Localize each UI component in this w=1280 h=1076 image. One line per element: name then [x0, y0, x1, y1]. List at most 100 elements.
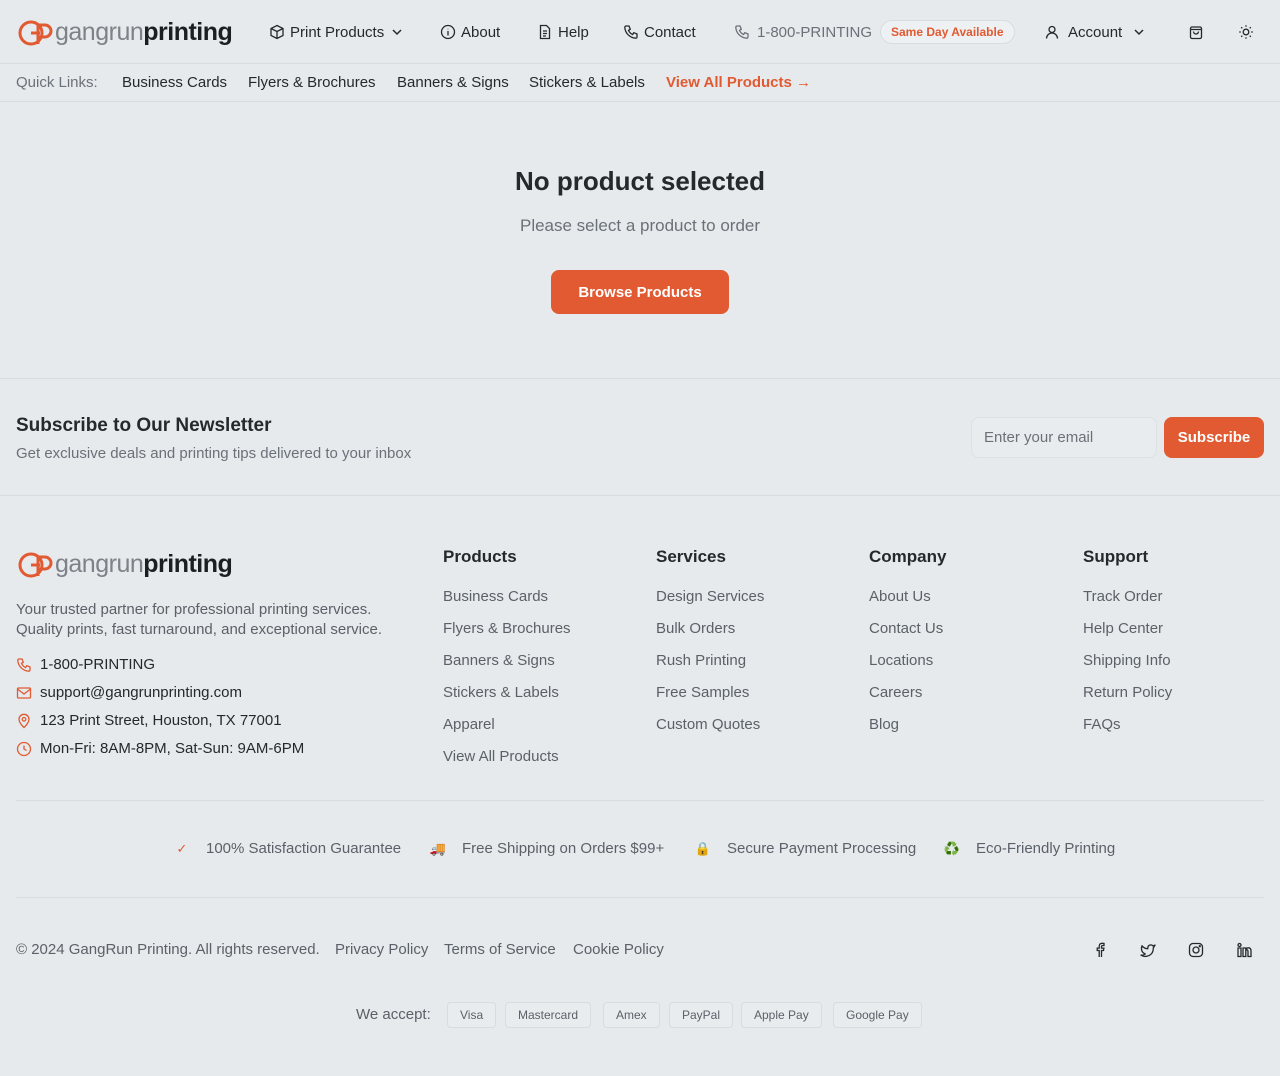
payment-badge: Visa: [447, 1002, 497, 1028]
logo-mark-icon: [18, 20, 53, 45]
footer-col-title-products: Products: [443, 547, 517, 566]
twitter-icon: [1140, 944, 1156, 958]
same-day-badge: Same Day Available: [880, 20, 1015, 44]
footer-link[interactable]: Rush Printing: [656, 652, 746, 669]
footer-link[interactable]: Blog: [869, 716, 899, 733]
footer-logo[interactable]: gangrunprinting: [18, 550, 233, 579]
contact-phone[interactable]: 1-800-PRINTING: [16, 656, 155, 673]
contact-address: 123 Print Street, Houston, TX 77001: [16, 712, 282, 729]
nav-about-label: About: [461, 23, 501, 41]
copyright: © 2024 GangRun Printing. All rights rese…: [16, 941, 320, 958]
cart-button[interactable]: [1186, 22, 1206, 42]
contact-email-text: support@gangrunprinting.com: [40, 684, 243, 701]
lock-icon: 🔒: [694, 840, 712, 856]
quick-links-bar: Quick Links: Business Cards Flyers & Bro…: [0, 64, 1280, 102]
footer-link[interactable]: Design Services: [656, 588, 764, 605]
we-accept-label: We accept:: [356, 1006, 431, 1023]
newsletter-subtitle: Get exclusive deals and printing tips de…: [16, 445, 412, 462]
footer-link[interactable]: Flyers & Brochures: [443, 620, 571, 637]
footer-link[interactable]: Bulk Orders: [656, 620, 735, 637]
footer-divider: [16, 897, 1264, 898]
footer-link[interactable]: Stickers & Labels: [443, 684, 559, 701]
footer-link[interactable]: Custom Quotes: [656, 716, 760, 733]
theme-toggle[interactable]: [1236, 22, 1256, 42]
quick-link-stickers[interactable]: Stickers & Labels: [529, 74, 645, 91]
newsletter-section: Subscribe to Our Newsletter Get exclusiv…: [0, 378, 1280, 496]
nav-contact-label: Contact: [644, 23, 696, 41]
payment-badge: Apple Pay: [741, 1002, 822, 1028]
facebook-icon: [1096, 942, 1105, 957]
quick-link-banners[interactable]: Banners & Signs: [397, 74, 509, 91]
user-icon: [1045, 25, 1059, 39]
linkedin-link[interactable]: [1234, 940, 1254, 960]
footer-link[interactable]: Shipping Info: [1083, 652, 1171, 669]
phone-icon: [17, 657, 31, 672]
footer-link[interactable]: Careers: [869, 684, 922, 701]
account-label: Account: [1068, 23, 1123, 41]
empty-state-subtitle: Please select a product to order: [519, 216, 761, 235]
logo-mark-icon: [18, 552, 53, 577]
nav-print-products-label: Print Products: [290, 23, 385, 41]
footer-link[interactable]: Apparel: [443, 716, 495, 733]
nav-print-products[interactable]: Print Products: [269, 20, 405, 44]
quick-link-view-all[interactable]: View All Products →: [666, 74, 811, 91]
contact-address-text: 123 Print Street, Houston, TX 77001: [40, 712, 282, 729]
footer-link[interactable]: Banners & Signs: [443, 652, 555, 669]
header-phone-number: 1-800-PRINTING: [757, 23, 873, 41]
trust-label: 100% Satisfaction Guarantee: [206, 840, 402, 857]
instagram-link[interactable]: [1186, 940, 1206, 960]
sun-icon: [1239, 25, 1253, 39]
nav-about[interactable]: About: [440, 20, 500, 44]
recycle-icon: ♻️: [943, 840, 961, 856]
footer-link[interactable]: Free Samples: [656, 684, 749, 701]
info-icon: [440, 24, 456, 40]
quick-link-business-cards[interactable]: Business Cards: [122, 74, 227, 91]
trust-label: Free Shipping on Orders $99+: [462, 840, 665, 857]
footer-link[interactable]: View All Products: [443, 748, 559, 765]
trust-shipping: 🚚 Free Shipping on Orders $99+: [430, 840, 664, 857]
footer-link[interactable]: Contact Us: [869, 620, 943, 637]
footer-description-line: Quality prints, fast turnaround, and exc…: [16, 621, 383, 638]
instagram-icon: [1188, 942, 1204, 958]
privacy-policy-link[interactable]: Privacy Policy: [335, 941, 428, 958]
phone-icon: [624, 25, 638, 39]
trust-eco: ♻️ Eco-Friendly Printing: [944, 840, 1115, 857]
footer-link[interactable]: Locations: [869, 652, 933, 669]
footer-link[interactable]: Business Cards: [443, 588, 548, 605]
facebook-link[interactable]: [1090, 940, 1110, 960]
trust-label: Eco-Friendly Printing: [976, 840, 1116, 857]
quick-links-label: Quick Links:: [16, 74, 98, 91]
subscribe-button[interactable]: Subscribe: [1164, 417, 1264, 458]
nav-contact[interactable]: Contact: [623, 20, 696, 44]
contact-phone-text: 1-800-PRINTING: [40, 656, 156, 673]
contact-email[interactable]: support@gangrunprinting.com: [16, 684, 242, 701]
trust-label: Secure Payment Processing: [727, 840, 917, 857]
newsletter-email-input[interactable]: [971, 417, 1157, 458]
nav-help[interactable]: Help: [537, 20, 589, 44]
quick-link-flyers[interactable]: Flyers & Brochures: [248, 74, 376, 91]
footer-col-title-services: Services: [656, 547, 726, 566]
trust-satisfaction: ✓ 100% Satisfaction Guarantee: [174, 840, 402, 857]
map-pin-icon: [18, 713, 30, 728]
logo-text-bold: printing: [143, 18, 233, 46]
contact-hours: Mon-Fri: 8AM-8PM, Sat-Sun: 9AM-6PM: [16, 740, 304, 757]
box-icon: [270, 24, 284, 40]
footer-link[interactable]: About Us: [869, 588, 931, 605]
logo[interactable]: gangrunprinting: [18, 18, 233, 47]
twitter-link[interactable]: [1138, 940, 1158, 960]
nav-help-label: Help: [558, 23, 589, 41]
newsletter-title: Subscribe to Our Newsletter: [16, 415, 272, 436]
terms-of-service-link[interactable]: Terms of Service: [444, 941, 556, 958]
linkedin-icon: [1237, 942, 1252, 958]
account-menu[interactable]: Account: [1044, 20, 1147, 44]
cookie-policy-link[interactable]: Cookie Policy: [573, 941, 664, 958]
footer-link[interactable]: Track Order: [1083, 588, 1162, 605]
footer-divider: [16, 800, 1264, 801]
phone-icon: [735, 25, 749, 39]
header-phone[interactable]: 1-800-PRINTING: [734, 20, 872, 44]
footer-col-title-company: Company: [869, 547, 947, 566]
footer-link[interactable]: Return Policy: [1083, 684, 1172, 701]
footer-link[interactable]: Help Center: [1083, 620, 1163, 637]
footer-link[interactable]: FAQs: [1083, 716, 1121, 733]
browse-products-button[interactable]: Browse Products: [551, 270, 729, 314]
